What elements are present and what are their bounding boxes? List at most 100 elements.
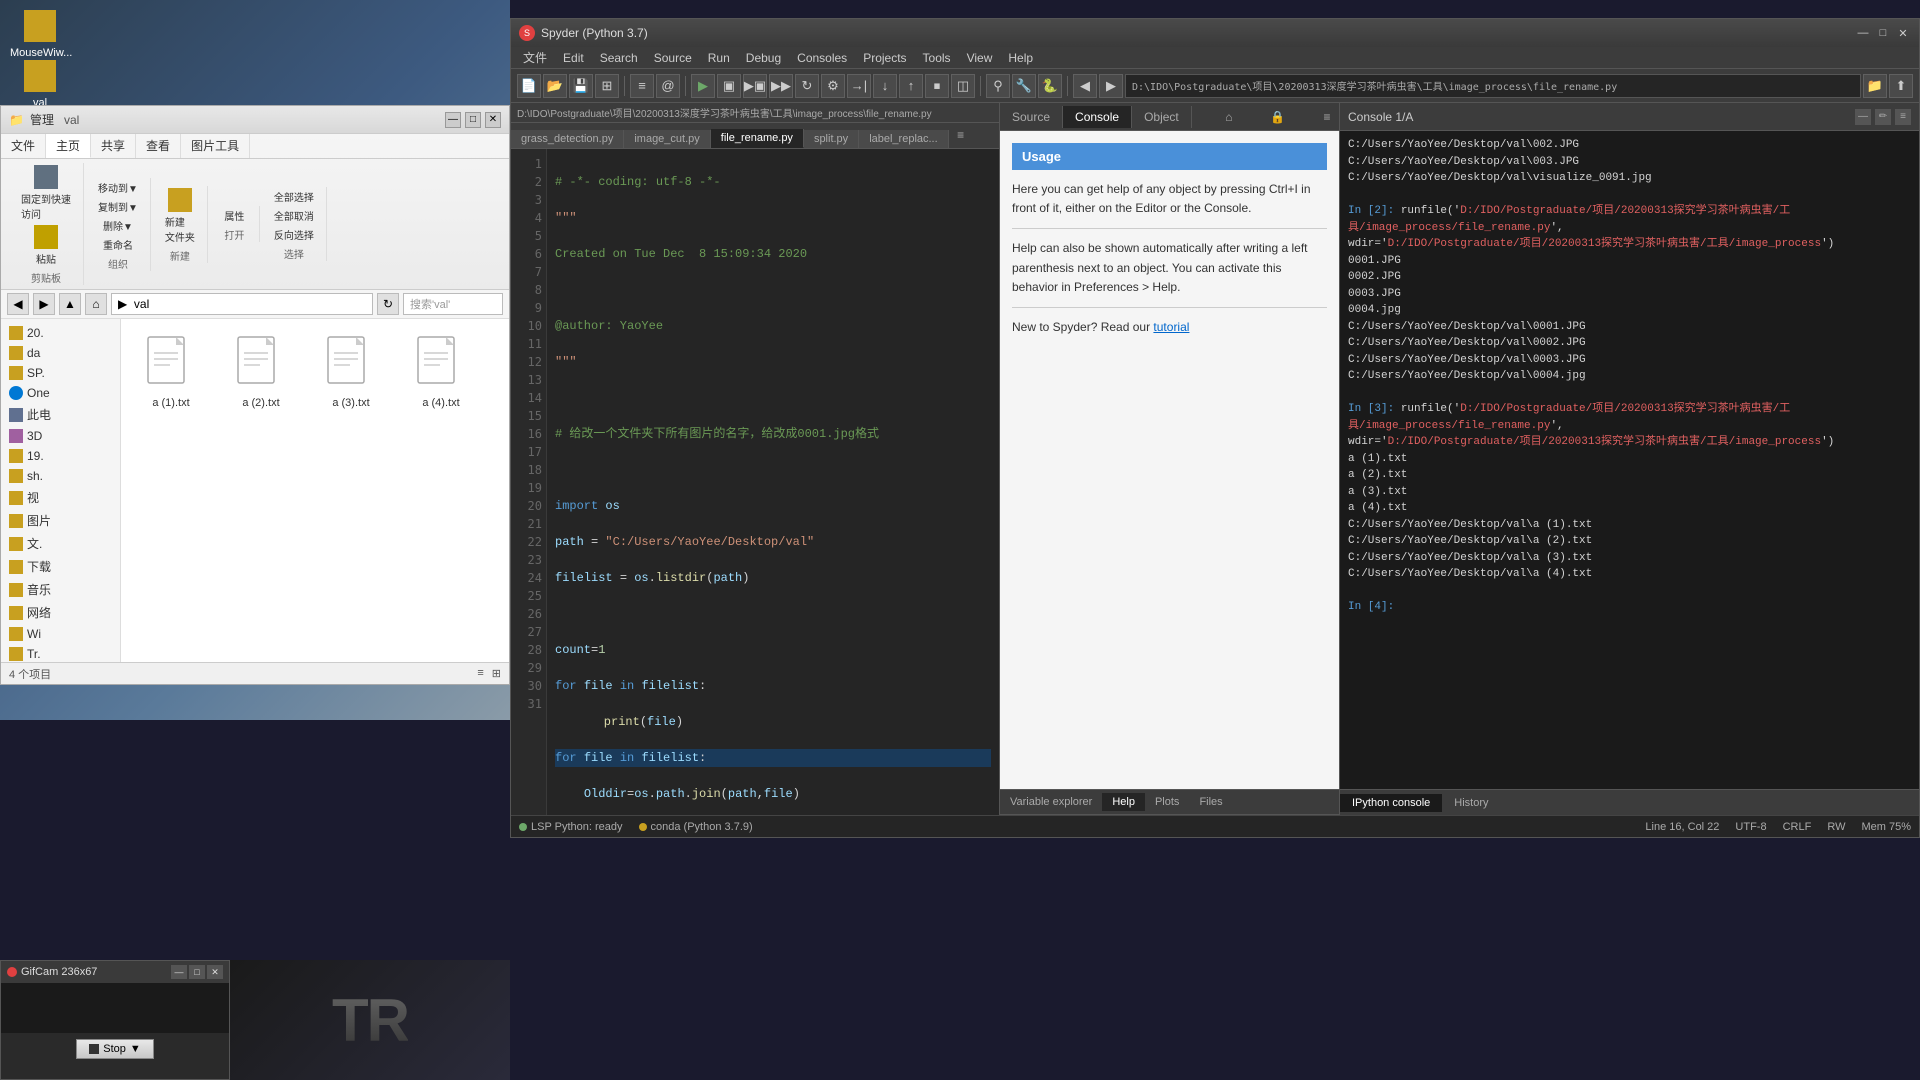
console-menu-btn[interactable]: ≡ <box>1895 109 1911 125</box>
tab-file-rename[interactable]: file_rename.py <box>711 129 804 148</box>
tab-grass-detection[interactable]: grass_detection.py <box>511 130 624 148</box>
rp-home-btn[interactable]: ⌂ <box>1217 105 1241 129</box>
menu-view[interactable]: View <box>959 49 1001 67</box>
tab-label-replace[interactable]: label_replac... <box>859 130 949 148</box>
menu-source[interactable]: Source <box>646 49 700 67</box>
file-item-3[interactable]: a (3).txt <box>311 329 391 413</box>
tb-step[interactable]: →| <box>847 74 871 98</box>
rp-tab-help[interactable]: Help <box>1102 793 1145 811</box>
sidebar-item-20[interactable]: 20. <box>1 323 120 343</box>
fe-btn-delete[interactable]: 删除▼ <box>99 216 137 235</box>
tb-python[interactable]: 🐍 <box>1038 74 1062 98</box>
gifcam-close-btn[interactable]: ✕ <box>207 965 223 979</box>
rp-menu-btn[interactable]: ≡ <box>1315 105 1339 129</box>
spyder-close-btn[interactable]: ✕ <box>1895 25 1911 41</box>
menu-help[interactable]: Help <box>1000 49 1041 67</box>
tb-list[interactable]: ≡ <box>630 74 654 98</box>
fe-btn-deselect-all[interactable]: 全部取消 <box>270 206 318 225</box>
fe-search-box[interactable]: 搜索'val' <box>403 293 503 315</box>
fe-refresh-btn[interactable]: ↻ <box>377 293 399 315</box>
menu-search[interactable]: Search <box>592 49 646 67</box>
fe-close-btn[interactable]: ✕ <box>485 112 501 128</box>
fe-btn-copy-to[interactable]: 复制到▼ <box>94 197 142 216</box>
fe-btn-paste[interactable]: 粘贴 <box>30 223 62 268</box>
rp-tab-plots[interactable]: Plots <box>1145 793 1189 811</box>
fe-tab-home[interactable]: 主页 <box>46 134 91 158</box>
gifcam-restore-btn[interactable]: □ <box>189 965 205 979</box>
tb-browse[interactable]: 📁 <box>1863 74 1887 98</box>
sidebar-item-sh[interactable]: sh. <box>1 466 120 486</box>
help-tutorial-link[interactable]: tutorial <box>1153 320 1189 334</box>
sidebar-item-thispc[interactable]: 此电 <box>1 403 120 426</box>
desktop-icon-mousewiw[interactable]: MouseWiw... <box>10 10 70 59</box>
console-content[interactable]: C:/Users/YaoYee/Desktop/val\002.JPG C:/U… <box>1340 131 1919 789</box>
fe-btn-pin[interactable]: 固定到快速访问 <box>17 163 75 223</box>
tb-run-cell[interactable]: ▣ <box>717 74 741 98</box>
menu-debug[interactable]: Debug <box>738 49 789 67</box>
menu-edit[interactable]: Edit <box>555 49 592 67</box>
console-edit-btn[interactable]: ✏ <box>1875 109 1891 125</box>
tb-new-file[interactable]: 📄 <box>517 74 541 98</box>
fe-view-list-btn[interactable]: ≡ <box>477 667 483 680</box>
tb-open-file[interactable]: 📂 <box>543 74 567 98</box>
fe-back-btn[interactable]: ◀ <box>7 293 29 315</box>
tb-step-out[interactable]: ↑ <box>899 74 923 98</box>
file-item-1[interactable]: a (1).txt <box>131 329 211 413</box>
gifcam-stop-btn[interactable]: Stop ▼ <box>76 1039 154 1059</box>
fe-view-grid-btn[interactable]: ⊞ <box>492 667 501 680</box>
fe-btn-properties[interactable]: 属性 <box>220 206 248 225</box>
tab-image-cut[interactable]: image_cut.py <box>624 130 710 148</box>
sidebar-item-onedrive[interactable]: One <box>1 383 120 403</box>
tb-find[interactable]: ⚲ <box>986 74 1010 98</box>
tb-run-selection[interactable]: ▶▶ <box>769 74 793 98</box>
console-tab-ipython[interactable]: IPython console <box>1340 794 1442 812</box>
spyder-minimize-btn[interactable]: — <box>1855 25 1871 41</box>
tb-forward[interactable]: ▶ <box>1099 74 1123 98</box>
menu-tools[interactable]: Tools <box>915 49 959 67</box>
fe-tab-picture[interactable]: 图片工具 <box>181 134 250 158</box>
file-item-2[interactable]: a (2).txt <box>221 329 301 413</box>
fe-address-bar[interactable]: ▶ val <box>111 293 373 315</box>
tb-debug[interactable]: ⚙ <box>821 74 845 98</box>
tb-save-all[interactable]: ⊞ <box>595 74 619 98</box>
sidebar-item-tr[interactable]: Tr. <box>1 644 120 662</box>
fe-restore-btn[interactable]: □ <box>465 112 481 128</box>
tb-settings[interactable]: 🔧 <box>1012 74 1036 98</box>
rp-lock-btn[interactable]: 🔒 <box>1266 105 1290 129</box>
tb-back[interactable]: ◀ <box>1073 74 1097 98</box>
fe-tab-view[interactable]: 查看 <box>136 134 181 158</box>
sidebar-item-sp[interactable]: SP. <box>1 363 120 383</box>
sidebar-item-da[interactable]: da <box>1 343 120 363</box>
rp-tab-console[interactable]: Console <box>1063 106 1132 128</box>
fe-tab-file[interactable]: 文件 <box>1 134 46 158</box>
tab-split[interactable]: split.py <box>804 130 859 148</box>
tb-at[interactable]: @ <box>656 74 680 98</box>
fe-tab-share[interactable]: 共享 <box>91 134 136 158</box>
fe-up-btn[interactable]: ▲ <box>59 293 81 315</box>
tb-stop[interactable]: ⏹ <box>925 74 949 98</box>
sidebar-item-wi[interactable]: Wi <box>1 624 120 644</box>
tb-run[interactable]: ▶ <box>691 74 715 98</box>
fe-forward-btn[interactable]: ▶ <box>33 293 55 315</box>
fe-btn-new-folder[interactable]: 新建文件夹 <box>161 186 199 246</box>
tb-step-into[interactable]: ↓ <box>873 74 897 98</box>
rp-tab-var-explorer[interactable]: Variable explorer <box>1000 793 1102 811</box>
tb-continue[interactable]: ↻ <box>795 74 819 98</box>
file-item-4[interactable]: a (4).txt <box>401 329 481 413</box>
code-editor[interactable]: # -*- coding: utf-8 -*- """ Created on T… <box>547 149 999 815</box>
tb-save-file[interactable]: 💾 <box>569 74 593 98</box>
fe-btn-invert-select[interactable]: 反向选择 <box>270 225 318 244</box>
sidebar-item-downloads[interactable]: 下载 <box>1 555 120 578</box>
console-minimize-pane[interactable]: — <box>1855 109 1871 125</box>
rp-tab-source[interactable]: Source <box>1000 106 1063 128</box>
console-tab-history[interactable]: History <box>1442 794 1500 812</box>
fe-btn-rename[interactable]: 重命名 <box>99 235 137 254</box>
tb-profile[interactable]: ◫ <box>951 74 975 98</box>
menu-file[interactable]: 文件 <box>515 47 555 68</box>
menu-run[interactable]: Run <box>700 49 738 67</box>
tb-sync[interactable]: ⬆ <box>1889 74 1913 98</box>
menu-consoles[interactable]: Consoles <box>789 49 855 67</box>
gifcam-minimize-btn[interactable]: — <box>171 965 187 979</box>
sidebar-item-music[interactable]: 音乐 <box>1 578 120 601</box>
fe-btn-move[interactable]: 移动到▼ <box>94 178 142 197</box>
